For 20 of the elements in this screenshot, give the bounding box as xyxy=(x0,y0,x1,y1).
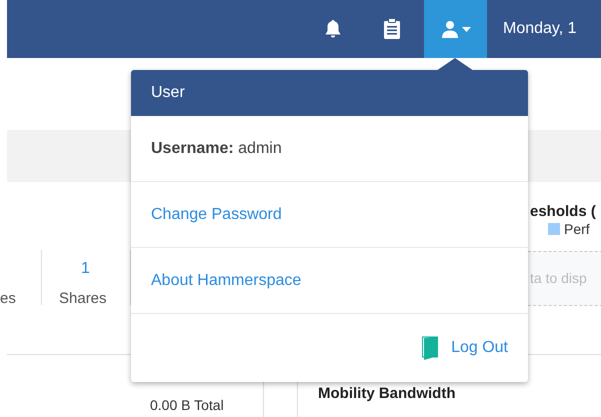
username-text: Username: admin xyxy=(151,138,282,158)
clipboard-icon xyxy=(383,18,401,40)
caret-icon xyxy=(462,26,470,32)
bell-icon xyxy=(323,19,343,39)
legend-label: Perf xyxy=(564,220,590,239)
menu-link[interactable]: About Hammerspace xyxy=(151,268,302,292)
total-text: 0.00 B Total xyxy=(150,396,224,415)
thresholds-title: esholds ( xyxy=(530,202,596,222)
stat-label: es xyxy=(0,289,16,309)
logout-link[interactable]: Log Out xyxy=(422,336,508,360)
bandwidth-title: Mobility Bandwidth xyxy=(318,384,456,404)
date-text: Monday, 1 xyxy=(503,19,577,39)
menu-link[interactable]: Change Password xyxy=(151,202,282,226)
shares-label: Shares xyxy=(59,289,107,309)
door-icon xyxy=(422,336,440,360)
user-menu-button[interactable] xyxy=(424,0,487,58)
empty-message: ta to disp xyxy=(530,269,587,288)
dropdown-title: User xyxy=(151,83,185,103)
shares-count: 1 xyxy=(81,259,90,279)
user-icon xyxy=(440,20,458,38)
